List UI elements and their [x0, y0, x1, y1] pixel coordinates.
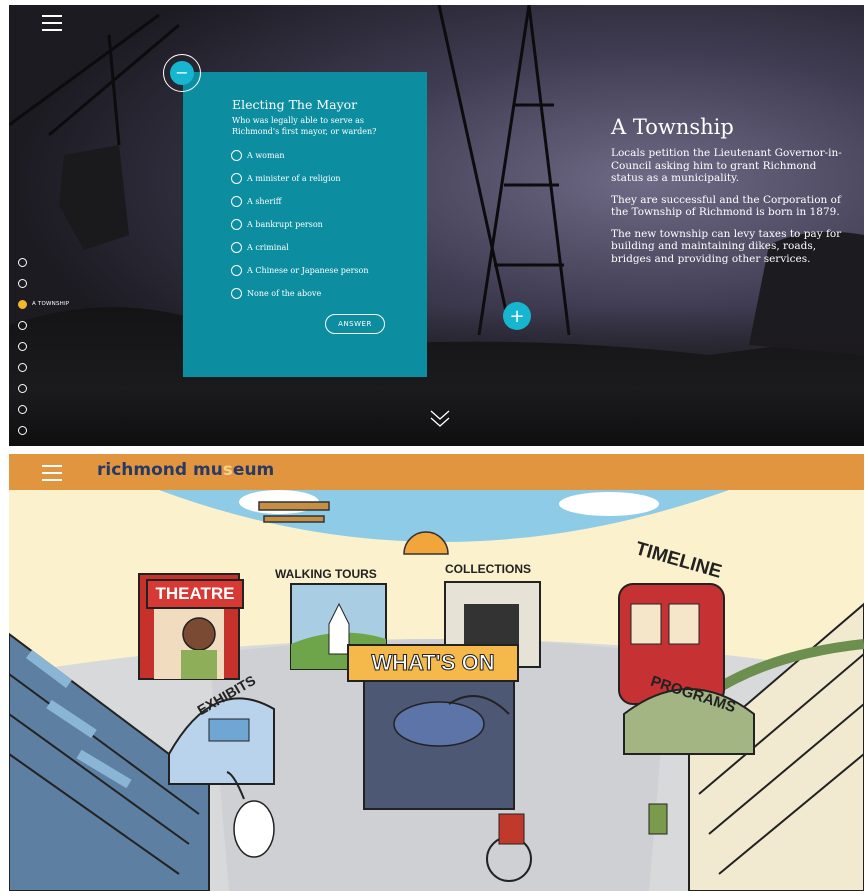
article-title: A Township: [611, 115, 734, 139]
quiz-option[interactable]: A criminal: [231, 239, 289, 255]
radio-icon[interactable]: [231, 287, 242, 299]
quiz-option[interactable]: A woman: [231, 147, 285, 163]
museum-home-panel: richmond museum THEATRE WALKING TOURS CO…: [9, 454, 864, 891]
timeline-nav-dot[interactable]: [18, 384, 27, 393]
whats-on-sign[interactable]: WHAT'S ON: [347, 644, 519, 682]
article-text: A Township Locals petition the Lieutenan…: [611, 115, 846, 274]
radio-icon[interactable]: [231, 264, 242, 276]
menu-button[interactable]: [42, 15, 62, 31]
timeline-nav-dot-active[interactable]: [18, 300, 27, 309]
collections-sign[interactable]: COLLECTIONS: [445, 562, 531, 576]
article-paragraph: They are successful and the Corporation …: [611, 193, 841, 219]
township-story-panel: Electing The Mayor Who was legally able …: [9, 5, 864, 446]
article-paragraph: Locals petition the Lieutenant Governor-…: [611, 147, 842, 184]
chevron-down-icon[interactable]: [429, 408, 451, 430]
quiz-card: Electing The Mayor Who was legally able …: [183, 72, 427, 377]
timeline-nav-dot[interactable]: [18, 405, 27, 414]
timeline-nav-dot[interactable]: [18, 342, 27, 351]
quiz-option[interactable]: A minister of a religion: [231, 170, 341, 186]
radio-icon[interactable]: [231, 218, 242, 230]
quiz-option[interactable]: A Chinese or Japanese person: [231, 262, 369, 278]
timeline-nav-dot[interactable]: [18, 426, 27, 435]
plus-icon: +: [509, 305, 525, 327]
article-paragraph: The new township can levy taxes to pay f…: [611, 227, 842, 265]
timeline-nav-dot[interactable]: [18, 363, 27, 372]
answer-button[interactable]: ANSWER: [325, 314, 385, 334]
theatre-sign[interactable]: THEATRE: [146, 579, 244, 609]
collapse-quiz-button[interactable]: −: [163, 54, 201, 92]
site-header: richmond museum: [9, 454, 864, 490]
radio-icon[interactable]: [231, 149, 242, 161]
menu-button[interactable]: [42, 465, 62, 481]
timeline-nav-dot[interactable]: [18, 258, 27, 267]
site-logo[interactable]: richmond museum: [97, 460, 274, 480]
quiz-option[interactable]: None of the above: [231, 285, 321, 301]
timeline-nav-dot[interactable]: [18, 321, 27, 330]
timeline-nav-label[interactable]: A TOWNSHIP: [32, 301, 69, 307]
expand-hotspot-button[interactable]: +: [503, 302, 531, 330]
timeline-nav-dot[interactable]: [18, 279, 27, 288]
quiz-title: Electing The Mayor: [232, 97, 358, 112]
walking-tours-sign[interactable]: WALKING TOURS: [275, 567, 377, 581]
minus-icon: −: [170, 61, 194, 85]
quiz-option[interactable]: A sheriff: [231, 193, 281, 209]
quiz-question: Who was legally able to serve as Richmon…: [232, 116, 377, 136]
radio-icon[interactable]: [231, 172, 242, 184]
radio-icon[interactable]: [231, 241, 242, 253]
quiz-option[interactable]: A bankrupt person: [231, 216, 323, 232]
radio-icon[interactable]: [231, 195, 242, 207]
